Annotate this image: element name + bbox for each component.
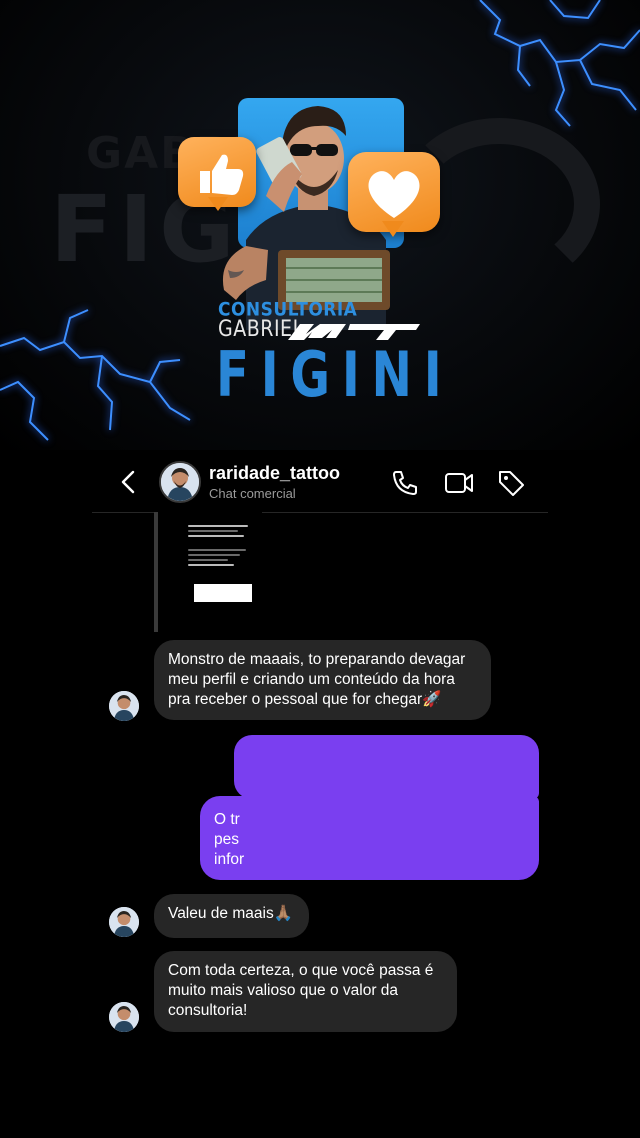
video-call-icon[interactable]: [442, 466, 476, 500]
lightning-top-right: [479, 0, 640, 127]
chat-username[interactable]: raridade_tattoo: [209, 463, 340, 484]
heart-icon: [368, 171, 420, 218]
redaction-overlay: [244, 808, 524, 870]
sender-avatar[interactable]: [109, 907, 139, 937]
story-banner-image: GABRIEL FIGI: [0, 0, 640, 450]
bottom-empty-area: [0, 1040, 640, 1138]
avatar-person-icon: [109, 1002, 139, 1032]
back-arrow-icon[interactable]: [114, 466, 144, 498]
outgoing-line: infor: [214, 851, 245, 868]
heart-reaction-badge: [348, 152, 440, 237]
outgoing-line: pes: [214, 831, 239, 848]
lightning-left: [0, 309, 191, 441]
chat-header: raridade_tattoo Chat comercial: [92, 452, 548, 513]
tag-label-icon[interactable]: [494, 466, 528, 500]
outgoing-message-text: O tr pes infor: [214, 810, 244, 870]
like-reaction-badge: [178, 137, 256, 211]
incoming-message-bubble[interactable]: Com toda certeza, o que você passa é mui…: [154, 951, 457, 1032]
sender-avatar[interactable]: [109, 691, 139, 721]
chat-subtitle: Chat comercial: [209, 486, 296, 501]
incoming-message-bubble[interactable]: Monstro de maaais, to preparando devagar…: [154, 640, 491, 720]
banner-figini-text: FIGINI: [216, 338, 454, 411]
incoming-message-bubble[interactable]: Valeu de maais🙏🏽: [154, 894, 309, 938]
avatar-person-icon: [161, 463, 199, 501]
avatar-person-icon: [109, 691, 139, 721]
phone-call-icon[interactable]: [388, 466, 422, 500]
avatar-person-icon: [109, 907, 139, 937]
shared-story-preview[interactable]: [154, 512, 262, 632]
shared-story-white-block: [194, 584, 252, 602]
sender-avatar[interactable]: [109, 1002, 139, 1032]
avatar[interactable]: [159, 461, 201, 503]
outgoing-line: O tr: [214, 811, 240, 828]
outgoing-message-bubble[interactable]: [234, 735, 539, 799]
thumbs-up-icon: [200, 154, 244, 195]
shared-story-text-lines: [188, 522, 254, 569]
